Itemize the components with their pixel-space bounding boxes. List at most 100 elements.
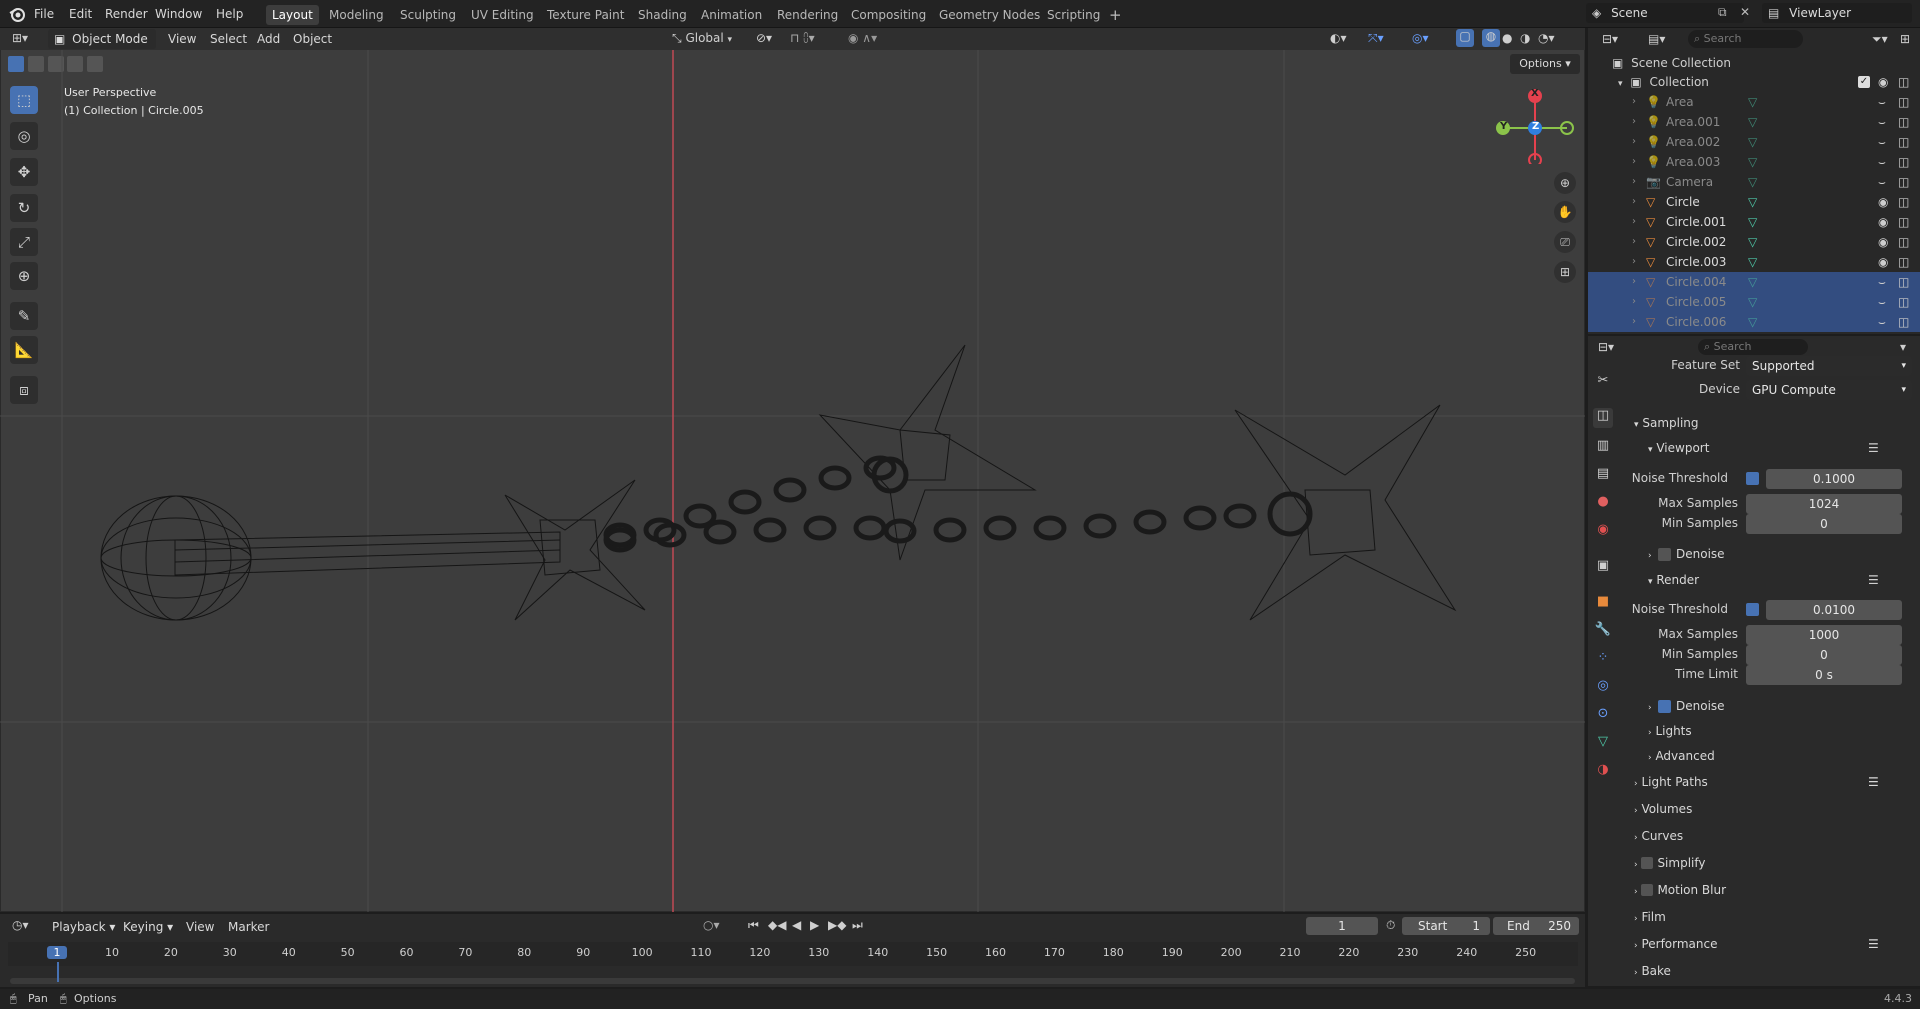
end-frame-field[interactable]: End 250 <box>1493 917 1579 935</box>
outliner-row[interactable]: › 💡 Area.003 ▽ ⌣ ◫ <box>1588 152 1920 172</box>
camera-render-icon[interactable]: ◫ <box>1898 232 1909 252</box>
particles-tab-icon[interactable]: ⁘ <box>1593 650 1613 670</box>
chevron-right-icon[interactable]: › <box>1632 92 1636 112</box>
viewport-menu-object[interactable]: Object <box>293 30 332 48</box>
eye-hidden-icon[interactable]: ⌣ <box>1878 312 1886 332</box>
properties-options-icon[interactable]: ▾ <box>1900 340 1906 354</box>
camera-render-icon[interactable]: ◫ <box>1898 192 1909 212</box>
material-tab-icon[interactable]: ◑ <box>1593 762 1613 782</box>
outliner-row[interactable]: › ▽ Circle ▽ ◉ ◫ <box>1588 192 1920 212</box>
render-subpanel-header[interactable]: ▾ Render <box>1648 573 1699 587</box>
vp-denoise-checkbox[interactable] <box>1658 548 1671 561</box>
chevron-right-icon[interactable]: › <box>1632 232 1636 252</box>
tab-animation[interactable]: Animation <box>695 5 768 25</box>
tab-sculpting[interactable]: Sculpting <box>394 5 462 25</box>
object-tab-icon[interactable]: ■ <box>1593 594 1613 614</box>
eye-icon[interactable]: ◉ <box>1878 252 1888 272</box>
outliner-row[interactable]: › 💡 Area.002 ▽ ⌣ ◫ <box>1588 132 1920 152</box>
menu-window[interactable]: Window <box>155 5 202 23</box>
panel-header-simplify[interactable]: › Simplify <box>1634 856 1904 870</box>
prev-keyframe-icon[interactable]: ◆◀ <box>768 918 786 932</box>
viewport-menu-select[interactable]: Select <box>210 30 247 48</box>
panel-header-volumes[interactable]: › Volumes <box>1634 802 1904 816</box>
camera-render-icon[interactable]: ◫ <box>1898 112 1909 132</box>
device-dropdown[interactable]: GPU Compute ▾ <box>1746 380 1912 400</box>
camera-render-icon[interactable]: ◫ <box>1898 212 1909 232</box>
play-icon[interactable]: ▶ <box>810 918 819 932</box>
presets-list-icon[interactable]: ☰ <box>1868 937 1879 951</box>
menu-file[interactable]: File <box>34 5 54 23</box>
pivot-icon[interactable]: ⊘▾ <box>756 31 772 45</box>
outliner-editor-icon[interactable]: ⊟▾ <box>1602 32 1618 46</box>
eye-hidden-icon[interactable]: ⌣ <box>1878 132 1886 152</box>
chevron-right-icon[interactable]: › <box>1632 272 1636 292</box>
mode-selector[interactable]: ▣ Object Mode ▾ <box>48 29 156 66</box>
eye-hidden-icon[interactable]: ⌣ <box>1878 292 1886 312</box>
start-frame-field[interactable]: Start 1 <box>1402 917 1490 935</box>
panel-checkbox[interactable] <box>1641 884 1654 896</box>
stopwatch-icon[interactable]: ⏱ <box>1386 918 1395 933</box>
eye-hidden-icon[interactable]: ⌣ <box>1878 172 1886 192</box>
menu-edit[interactable]: Edit <box>69 5 92 23</box>
collection-row[interactable]: ▾ ▣ Collection ✓ ◉ ◫ <box>1588 72 1920 92</box>
funnel-icon[interactable]: ⏷▾ <box>1872 32 1888 47</box>
pan-hand-icon[interactable]: ✋ <box>1554 201 1576 223</box>
vp-max-samples-field[interactable]: 1024 <box>1746 494 1902 514</box>
chevron-right-icon[interactable]: › <box>1632 212 1636 232</box>
tool-tab-icon[interactable]: ✂ <box>1593 373 1613 393</box>
outliner-row[interactable]: › ▽ Circle.001 ▽ ◉ ◫ <box>1588 212 1920 232</box>
outliner-row[interactable]: › 💡 Area ▽ ⌣ ◫ <box>1588 92 1920 112</box>
camera-render-icon[interactable]: ◫ <box>1898 312 1909 332</box>
presets-list-icon[interactable]: ☰ <box>1868 441 1879 455</box>
outliner-row[interactable]: › 💡 Area.001 ▽ ⌣ ◫ <box>1588 112 1920 132</box>
time-limit-field[interactable]: 0 s <box>1746 665 1902 685</box>
lights-subpanel-header[interactable]: › Lights <box>1648 724 1692 738</box>
solid-shading-icon[interactable]: ● <box>1502 31 1512 45</box>
panel-header-curves[interactable]: › Curves <box>1634 829 1904 843</box>
tab-modeling[interactable]: Modeling <box>323 5 390 25</box>
menu-help[interactable]: Help <box>216 5 243 23</box>
keying-menu[interactable]: Keying ▾ <box>117 917 179 937</box>
outliner-row[interactable]: › ▽ Circle.002 ▽ ◉ ◫ <box>1588 232 1920 252</box>
viewport-menu-view[interactable]: View <box>168 30 196 48</box>
outliner-row[interactable]: › ▽ Circle.006 ▽ ⌣ ◫ <box>1588 312 1920 332</box>
tab-layout[interactable]: Layout <box>266 5 319 25</box>
snap-icon[interactable]: ⊓ ⩇▾ <box>790 31 815 46</box>
visibility-icon[interactable]: ◐▾ <box>1330 31 1347 45</box>
view-layer-tab-icon[interactable]: ▤ <box>1593 466 1613 486</box>
outliner-row[interactable]: › ▽ Circle.004 ▽ ⌣ ◫ <box>1588 272 1920 292</box>
modifier-tab-icon[interactable]: 🔧 <box>1593 622 1613 642</box>
tab-shading[interactable]: Shading <box>632 5 693 25</box>
properties-search[interactable]: ⌕ Search <box>1698 339 1808 355</box>
zoom-icon[interactable]: ⊕ <box>1554 172 1576 194</box>
chevron-right-icon[interactable]: › <box>1632 192 1636 212</box>
camera-render-icon[interactable]: ◫ <box>1898 92 1909 112</box>
overlay-icon[interactable]: ◎▾ <box>1412 31 1429 45</box>
material-shading-icon[interactable]: ◑ <box>1520 31 1530 45</box>
presets-list-icon[interactable]: ☰ <box>1868 573 1879 587</box>
r-noise-threshold-checkbox[interactable] <box>1746 603 1759 616</box>
camera-render-icon[interactable]: ◫ <box>1898 252 1909 272</box>
output-tab-icon[interactable]: ▥ <box>1593 438 1613 458</box>
tab-compositing[interactable]: Compositing <box>845 5 932 25</box>
scene-tab-icon[interactable]: ● <box>1593 494 1613 514</box>
menu-render[interactable]: Render <box>105 5 148 23</box>
wireframe-shading-icon[interactable]: ◍ <box>1482 29 1500 47</box>
panel-header-bake[interactable]: › Bake <box>1634 964 1904 978</box>
camera-render-icon[interactable]: ◫ <box>1898 72 1909 92</box>
tab-rendering[interactable]: Rendering <box>771 5 844 25</box>
eye-icon[interactable]: ◉ <box>1878 192 1888 212</box>
tab-scripting[interactable]: Scripting <box>1041 5 1106 25</box>
physics-tab-icon[interactable]: ◎ <box>1593 678 1613 698</box>
vp-denoise-header[interactable]: › <box>1648 547 1652 561</box>
chevron-right-icon[interactable]: › <box>1632 152 1636 172</box>
collection-checkbox[interactable]: ✓ <box>1858 76 1870 88</box>
camera-render-icon[interactable]: ◫ <box>1898 272 1909 292</box>
ortho-grid-icon[interactable]: ⊞ <box>1554 261 1576 283</box>
tab-geometry-nodes[interactable]: Geometry Nodes <box>933 5 1046 25</box>
blender-logo-icon[interactable] <box>8 5 26 23</box>
viewport-menu-add[interactable]: Add <box>257 30 280 48</box>
panel-header-film[interactable]: › Film <box>1634 910 1904 924</box>
render-tab-icon[interactable]: ◫ <box>1593 408 1613 428</box>
navigation-gizmo[interactable]: X Y Z <box>1495 84 1575 167</box>
